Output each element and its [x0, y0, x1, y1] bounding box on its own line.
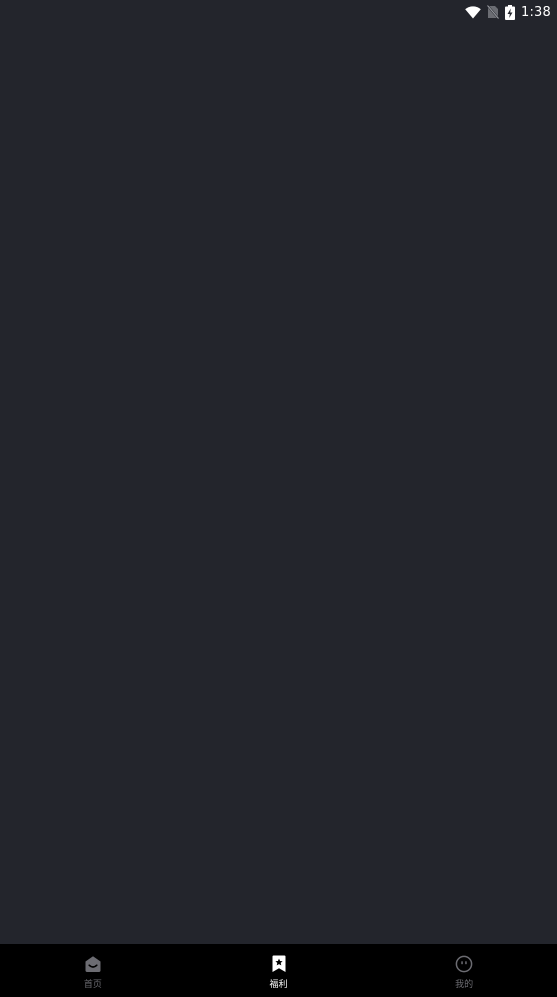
tab-welfare[interactable]: 福利: [186, 944, 372, 997]
home-icon: [83, 954, 103, 974]
status-bar: 1:38: [0, 0, 557, 24]
face-icon: [454, 954, 474, 974]
tab-welfare-label: 福利: [269, 979, 288, 990]
no-sim-icon: [487, 5, 499, 19]
bottom-tab-bar: 首页 福利 我的: [0, 944, 557, 997]
tab-mine-label: 我的: [455, 979, 474, 990]
status-time: 1:38: [521, 4, 551, 20]
bookmark-star-icon: [269, 954, 289, 974]
battery-charging-icon: [505, 4, 515, 20]
tab-home[interactable]: 首页: [0, 944, 186, 997]
main-content: [0, 24, 557, 944]
app-screen: 1:38 首页 福利 我的: [0, 0, 557, 997]
tab-home-label: 首页: [83, 979, 102, 990]
wifi-icon: [465, 5, 481, 19]
tab-mine[interactable]: 我的: [371, 944, 557, 997]
